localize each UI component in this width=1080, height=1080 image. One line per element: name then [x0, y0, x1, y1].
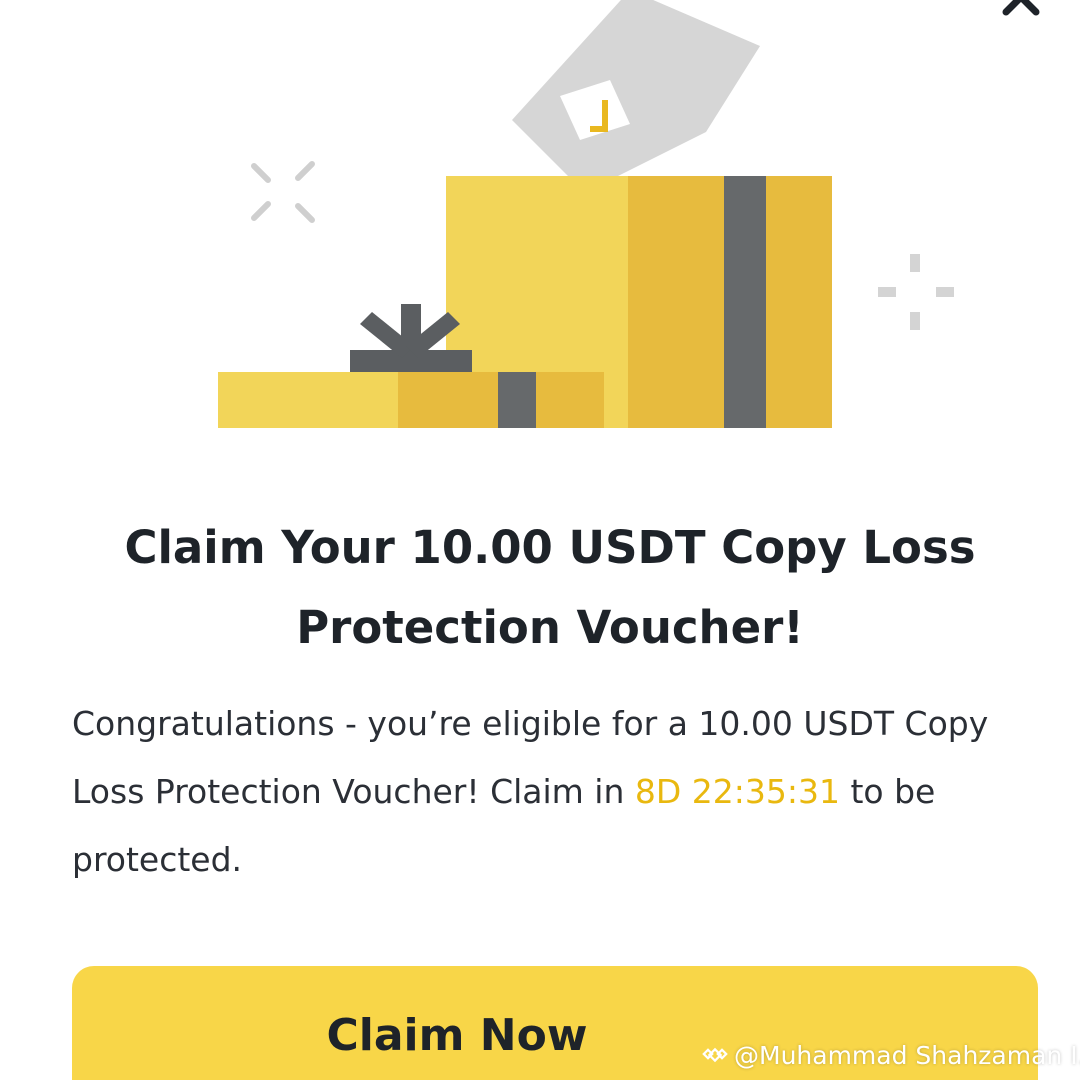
watermark-text: @Muhammad Shahzaman I... — [734, 1040, 1080, 1070]
title-line-1: Claim Your 10.00 USDT Copy Loss — [124, 521, 976, 574]
voucher-ticket-icon — [512, 0, 760, 176]
dialog-description: Congratulations - you’re eligible for a … — [72, 690, 1032, 894]
voucher-dialog: Claim Your 10.00 USDT Copy Loss Protecti… — [0, 0, 1080, 1080]
countdown-timer: 8D 22:35:31 — [634, 772, 840, 811]
title-line-2: Protection Voucher! — [296, 601, 804, 654]
binance-logo-icon — [702, 1047, 728, 1063]
author-watermark: @Muhammad Shahzaman I... — [702, 1037, 1080, 1073]
dialog-title: Claim Your 10.00 USDT Copy Loss Protecti… — [80, 508, 1020, 668]
sparkle-right-icon — [878, 254, 954, 330]
sparkle-left-icon — [251, 161, 315, 223]
gift-box-illustration — [218, 0, 954, 428]
